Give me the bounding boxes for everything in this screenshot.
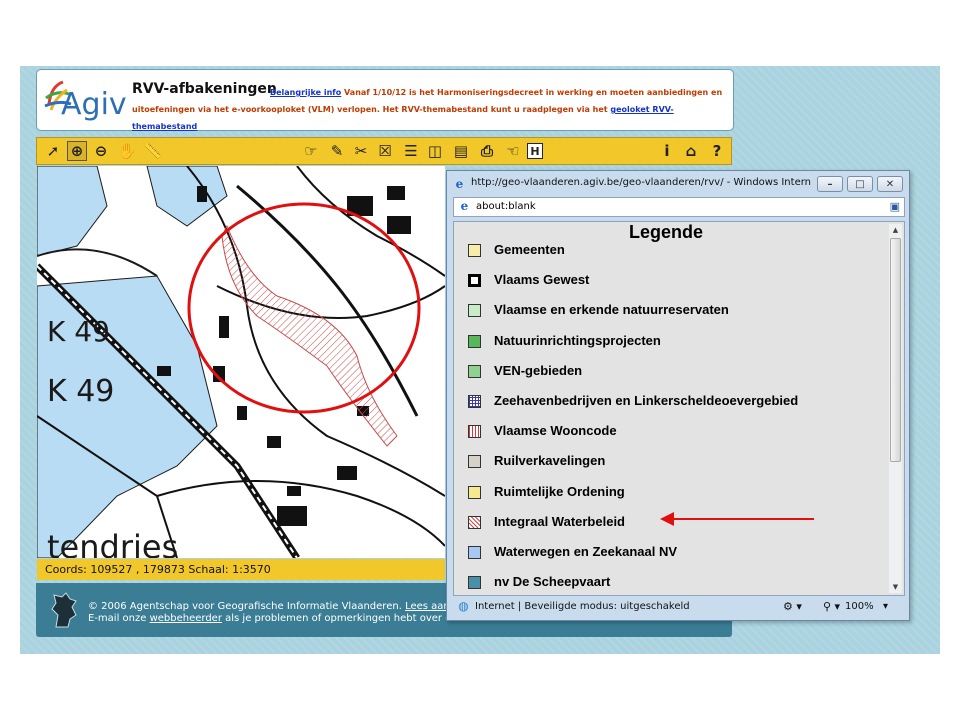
legend-label: Zeehavenbedrijven en Linkerscheldeoeverg… (494, 393, 799, 408)
measure-ruler-icon[interactable]: 📏 (143, 141, 163, 161)
svg-text:tendries: tendries (47, 528, 178, 558)
layers-icon[interactable]: ◫ (425, 141, 445, 161)
legend-popup-window: e http://geo-vlaanderen.agiv.be/geo-vlaa… (446, 170, 910, 621)
legend-label: Ruimtelijke Ordening (494, 483, 625, 499)
security-icon[interactable]: ⚙ ▾ (783, 598, 802, 616)
print-layout-icon[interactable]: ▤ (451, 141, 471, 161)
legend-swatch (468, 244, 481, 257)
coords-scale-bar: Coords: 109527 , 179873 Schaal: 1:3570 (37, 559, 445, 580)
vertical-scrollbar[interactable]: ▲ ▼ (889, 224, 902, 593)
legend-swatch (468, 455, 481, 469)
legend-label: VEN-gebieden (494, 362, 583, 378)
legend-swatch (468, 485, 481, 499)
pencil-icon[interactable]: ✎ (327, 141, 347, 161)
webmaster-link[interactable]: webbeheerder (150, 613, 222, 624)
legend-swatch (468, 395, 481, 408)
zoom-magnifier-icon[interactable]: ⚲ ▾ (823, 598, 840, 616)
map-toolbar: ➚ ⊕ ⊖ ✋ 📏 ☞ ✎ ✂ ☒ ☰ ◫ ▤ ⎙ ☜ H i ⌂ ? (36, 137, 732, 165)
legend-swatch (468, 576, 481, 590)
compat-view-icon[interactable]: ▣ (890, 198, 900, 216)
legend-label: Vlaams Gewest (494, 272, 590, 288)
close-button[interactable]: ✕ (877, 176, 903, 192)
legend-title: Legende (629, 222, 704, 242)
site-header: Agiv RVV-afbakeningen Belangrijke info V… (36, 69, 734, 131)
agiv-logo: Agiv (44, 80, 127, 122)
address-text: about:blank (476, 201, 536, 212)
legend-label: Natuurinrichtingsprojecten (494, 332, 661, 348)
globe-icon: ◍ (458, 599, 469, 613)
red-arrow-annotation (660, 512, 814, 526)
legend-label: Ruilverkavelingen (494, 453, 606, 469)
scrollbar-thumb[interactable] (890, 238, 901, 462)
flemish-lion-icon (51, 592, 77, 628)
legend-content: Legende Gemeenten Vlaams Gewest Vlaamse en… (453, 221, 905, 596)
status-bar: ◍ Internet | Beveiligde modus: uitgescha… (453, 598, 905, 616)
print-icon[interactable]: ⎙ (477, 141, 497, 161)
info-hand-icon[interactable]: ☜ (503, 141, 523, 161)
zoom-out-icon[interactable]: ⊖ (91, 141, 111, 161)
zoom-dropdown-icon[interactable]: ▾ (883, 598, 888, 616)
page-icon: e (460, 199, 469, 213)
select-arrow-icon[interactable]: ➚ (43, 141, 63, 161)
important-info-link[interactable]: Belangrijke info (270, 88, 341, 97)
svg-text:Agiv: Agiv (61, 87, 127, 122)
scroll-up-icon[interactable]: ▲ (889, 224, 902, 236)
address-bar[interactable]: e about:blank ▣ (453, 197, 905, 217)
zoom-in-icon[interactable]: ⊕ (67, 141, 87, 161)
scroll-down-icon[interactable]: ▼ (889, 581, 902, 593)
notice-text: Belangrijke info Vanaf 1/10/12 is het Ha… (132, 84, 730, 135)
legend-swatch (468, 274, 481, 288)
identify-hand-icon[interactable]: ☞ (301, 141, 321, 161)
legend-swatch (468, 425, 481, 439)
maximize-button[interactable]: □ (847, 176, 873, 192)
legend-label: Vlaamse Wooncode (494, 423, 617, 439)
map-graphic: K 49 K 49 tendries (37, 166, 445, 558)
legend-label: Gemeenten (494, 242, 565, 257)
legend-label: Waterwegen en Zeekanaal NV (494, 544, 678, 559)
info-icon[interactable]: i (657, 141, 677, 161)
svg-text:K 49: K 49 (47, 374, 114, 409)
home-icon[interactable]: ⌂ (681, 141, 701, 161)
svg-text:K 49: K 49 (47, 315, 110, 348)
h-icon[interactable]: H (527, 143, 543, 159)
legend-label: Vlaamse en erkende natuurreservaten (494, 302, 729, 318)
legend-swatch (468, 364, 481, 378)
legend-label: Integraal Waterbeleid (494, 513, 625, 529)
clear-icon[interactable]: ☒ (375, 141, 395, 161)
pan-hand-icon[interactable]: ✋ (117, 141, 137, 161)
legend-swatch (468, 546, 481, 559)
minimize-button[interactable]: – (817, 176, 843, 192)
tools-cross-icon[interactable]: ✂ (351, 141, 371, 161)
legend-swatch (468, 334, 481, 348)
legend-swatch (468, 515, 481, 529)
popup-title: http://geo-vlaanderen.agiv.be/geo-vlaand… (471, 177, 811, 188)
footer-text: © 2006 Agentschap voor Geografische Info… (88, 601, 468, 624)
status-text: Internet | Beveiligde modus: uitgeschake… (475, 601, 690, 612)
zoom-level[interactable]: 100% (845, 598, 874, 616)
legend-swatch (468, 304, 481, 318)
help-icon[interactable]: ? (707, 141, 727, 161)
notice-line2: uitoefeningen via het e-voorkooploket (V… (132, 105, 608, 114)
ie-logo-icon: e (455, 177, 464, 191)
legend-label: nv De Scheepvaart (494, 574, 611, 590)
notice-line1: Vanaf 1/10/12 is het Harmoniseringsdecre… (344, 88, 723, 97)
map-canvas[interactable]: K 49 K 49 tendries (37, 166, 445, 558)
list-icon[interactable]: ☰ (401, 141, 421, 161)
